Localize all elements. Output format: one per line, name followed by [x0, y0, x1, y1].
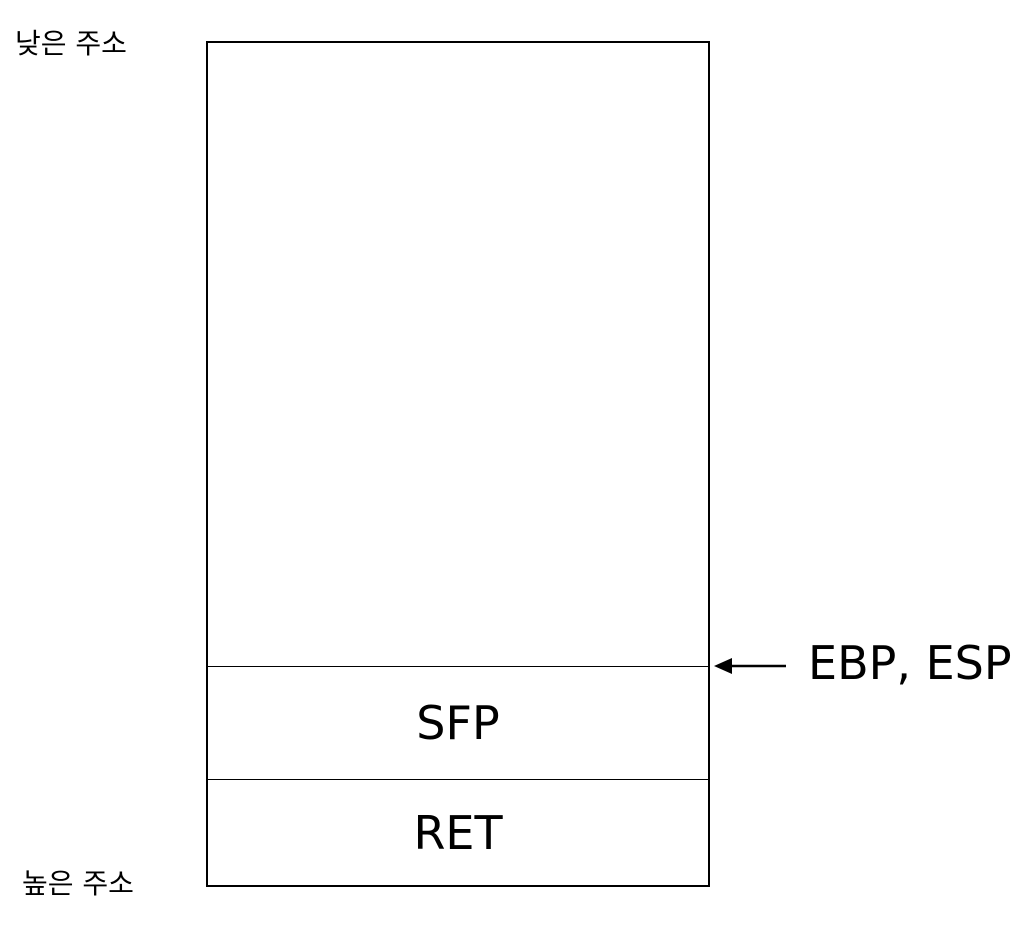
arrow-left-icon — [714, 658, 786, 674]
ret-cell: RET — [413, 805, 503, 860]
sfp-cell: SFP — [416, 696, 500, 750]
low-address-label: 낮은 주소 — [15, 27, 127, 60]
stack-frame-box: SFP RET — [206, 41, 710, 887]
ebp-esp-label: EBP, ESP — [808, 636, 1012, 690]
high-address-label: 높은 주소 — [22, 867, 134, 900]
